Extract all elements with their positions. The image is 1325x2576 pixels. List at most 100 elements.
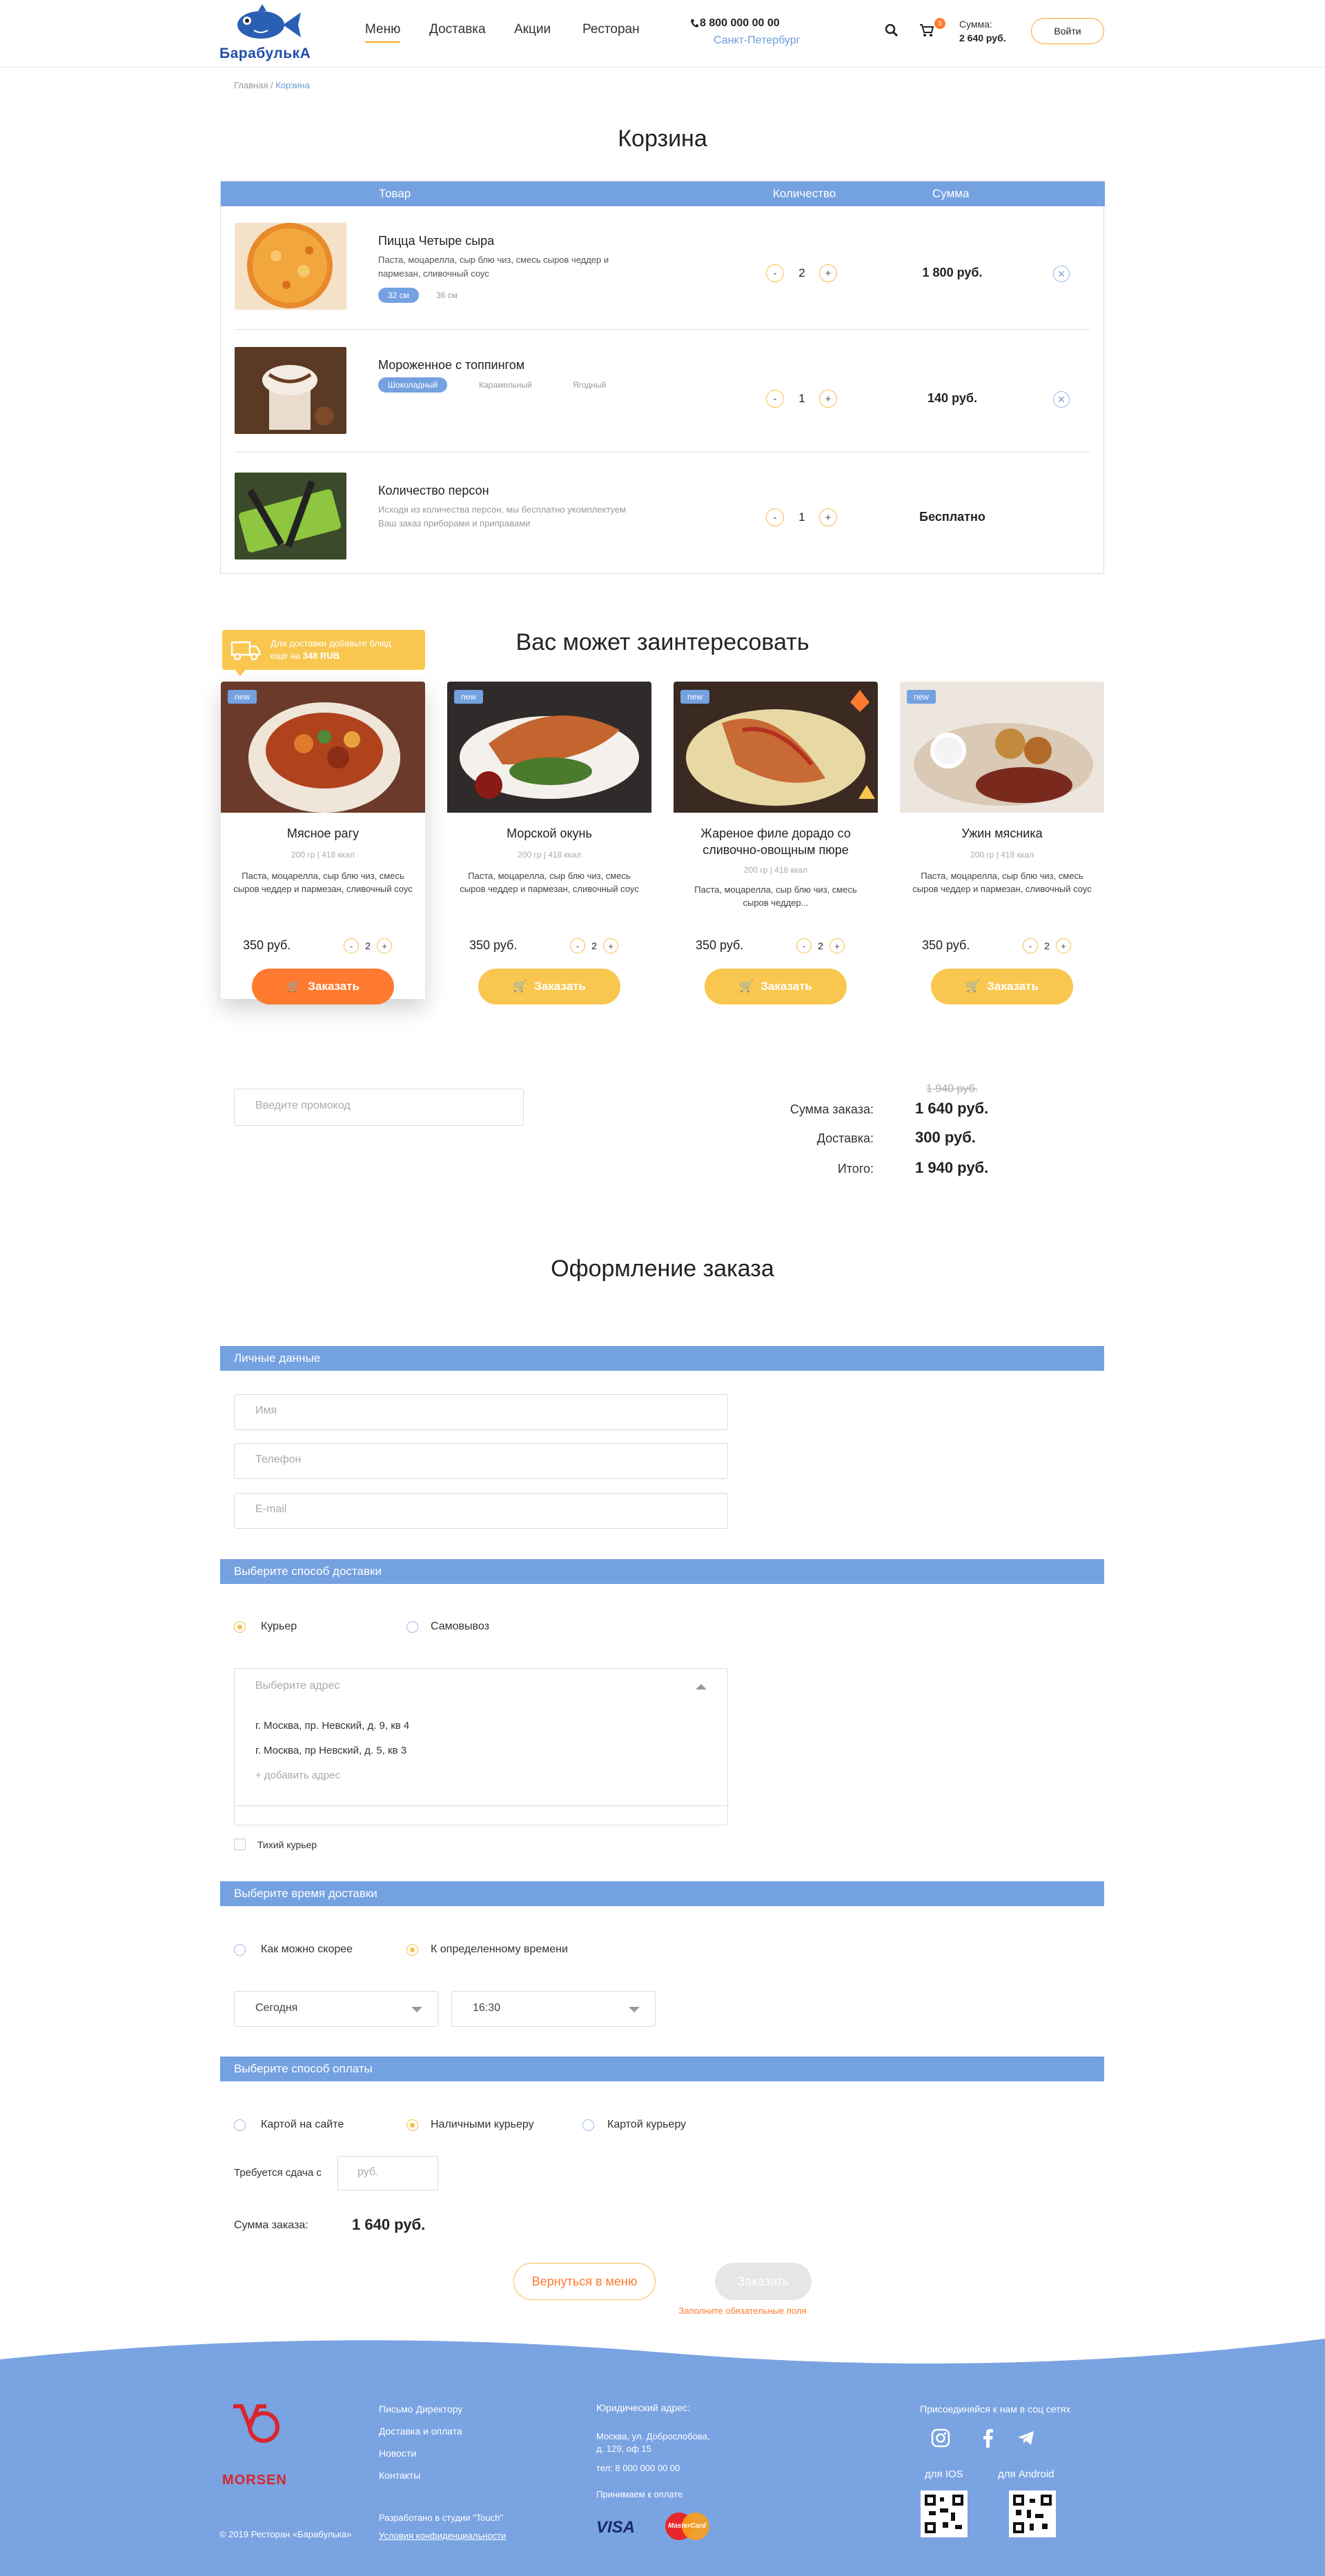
radio-asap[interactable] bbox=[234, 1944, 246, 1956]
logo[interactable]: БарабулькА bbox=[219, 3, 311, 62]
card-order-button[interactable]: 🛒 Заказать bbox=[705, 969, 847, 1004]
chevron-down-icon bbox=[411, 2007, 422, 2012]
breadcrumb-current: Корзина bbox=[275, 80, 310, 90]
qty-minus-button[interactable]: - bbox=[766, 390, 784, 408]
product-name: Пицца Четыре сыра bbox=[378, 234, 495, 248]
morsen-logo-icon[interactable] bbox=[221, 2404, 297, 2459]
login-button[interactable]: Войти bbox=[1031, 18, 1104, 44]
radio-courier-label[interactable]: Курьер bbox=[261, 1621, 297, 1633]
nav-menu[interactable]: Меню bbox=[365, 22, 401, 43]
qty-plus-button[interactable]: + bbox=[819, 264, 837, 282]
radio-exact-time-label[interactable]: К определенному времени bbox=[431, 1943, 568, 1956]
phone-field[interactable]: Телефон bbox=[234, 1443, 728, 1479]
qty-plus-button[interactable]: + bbox=[819, 390, 837, 408]
address-option[interactable]: г. Москва, пр. Невский, д. 9, кв 4 bbox=[255, 1720, 409, 1732]
telegram-icon[interactable] bbox=[1017, 2430, 1035, 2446]
quiet-courier-checkbox[interactable] bbox=[234, 1839, 246, 1850]
option-size-32[interactable]: 32 см bbox=[378, 288, 419, 303]
card-order-button[interactable]: 🛒 Заказать bbox=[252, 969, 394, 1004]
radio-asap-label[interactable]: Как можно скорее bbox=[261, 1943, 353, 1956]
cart-icon[interactable] bbox=[918, 22, 936, 39]
facebook-icon[interactable] bbox=[981, 2428, 994, 2448]
cart-row: Количество персон Исходя из количества п… bbox=[221, 452, 1105, 573]
footer-link[interactable]: Контакты bbox=[379, 2470, 420, 2481]
product-card[interactable]: new Морской окунь 200 гр | 418 ккал Паст… bbox=[447, 682, 651, 1004]
option-chocolate[interactable]: Шоколадный bbox=[378, 377, 448, 393]
address-select[interactable]: Выберите адрес г. Москва, пр. Невский, д… bbox=[234, 1668, 729, 1825]
card-order-button[interactable]: 🛒 Заказать bbox=[931, 969, 1073, 1004]
remove-item-icon[interactable]: ✕ bbox=[1053, 266, 1070, 282]
card-order-button[interactable]: 🛒 Заказать bbox=[478, 969, 620, 1004]
radio-card-site[interactable] bbox=[234, 2119, 246, 2131]
card-meta: 200 гр | 418 ккал bbox=[291, 850, 355, 860]
card-price: 350 руб. bbox=[922, 938, 970, 952]
footer-link[interactable]: Новости bbox=[379, 2448, 416, 2459]
card-qty-minus[interactable]: - bbox=[570, 938, 585, 953]
header-city[interactable]: Санкт-Петербург bbox=[714, 34, 800, 47]
qr-android-icon[interactable] bbox=[1009, 2490, 1056, 2537]
header-phone[interactable]: 8 800 000 00 00 bbox=[700, 17, 780, 30]
qty-minus-button[interactable]: - bbox=[766, 264, 784, 282]
section-payment: Выберите способ оплаты bbox=[220, 2057, 1104, 2081]
email-field[interactable]: E-mail bbox=[234, 1493, 728, 1529]
footer-link[interactable]: Письмо Директору bbox=[379, 2404, 462, 2415]
radio-cash-label[interactable]: Наличными курьеру bbox=[431, 2119, 534, 2131]
card-qty-minus[interactable]: - bbox=[796, 938, 812, 953]
radio-courier[interactable] bbox=[234, 1621, 246, 1633]
section-personal: Личные данные bbox=[220, 1346, 1104, 1371]
quiet-courier-label[interactable]: Тихий курьер bbox=[257, 1839, 317, 1850]
card-qty: 2 bbox=[591, 940, 597, 951]
qty-minus-button[interactable]: - bbox=[766, 508, 784, 526]
radio-card-courier-label[interactable]: Картой курьеру bbox=[607, 2119, 686, 2131]
cart-row: Пицца Четыре сыра Паста, моцарелла, сыр … bbox=[221, 206, 1105, 329]
card-qty-plus[interactable]: + bbox=[1056, 938, 1071, 953]
qr-ios-icon[interactable] bbox=[921, 2490, 968, 2537]
add-address-link[interactable]: + добавить адрес bbox=[255, 1770, 340, 1781]
nav-restaurant[interactable]: Ресторан bbox=[582, 22, 640, 37]
nav-promo[interactable]: Акции bbox=[514, 22, 551, 37]
payment-sum-value: 1 640 руб. bbox=[352, 2216, 426, 2233]
back-to-menu-button[interactable]: Вернуться в меню bbox=[513, 2263, 656, 2300]
remove-item-icon[interactable]: ✕ bbox=[1053, 391, 1070, 408]
badge-new: new bbox=[907, 690, 936, 704]
product-card[interactable]: new Жареное филе дорадо со сливочно-овощ… bbox=[674, 682, 878, 1004]
card-qty-minus[interactable]: - bbox=[344, 938, 359, 953]
day-select[interactable]: Сегодня bbox=[234, 1991, 438, 2027]
product-card[interactable]: new Мясное рагу 200 гр | 418 ккал Паста,… bbox=[221, 682, 425, 1004]
radio-card-site-label[interactable]: Картой на сайте bbox=[261, 2119, 344, 2131]
radio-pickup-label[interactable]: Самовывоз bbox=[431, 1621, 489, 1633]
option-berry[interactable]: Ягодный bbox=[563, 377, 616, 393]
nav-delivery[interactable]: Доставка bbox=[429, 22, 486, 37]
mastercard-logo: MasterCard bbox=[665, 2513, 709, 2540]
name-field[interactable]: Имя bbox=[234, 1394, 728, 1430]
card-order-label: Заказать bbox=[987, 980, 1039, 993]
place-order-button[interactable]: Заказать bbox=[715, 2263, 812, 2300]
cart-icon: 🛒 bbox=[286, 980, 302, 993]
address-option[interactable]: г. Москва, пр Невский, д. 5, кв 3 bbox=[255, 1745, 406, 1756]
card-qty-plus[interactable]: + bbox=[603, 938, 618, 953]
product-card[interactable]: new Ужин мясника 200 гр | 418 ккал Паста… bbox=[900, 682, 1104, 1004]
badge-new: new bbox=[680, 690, 710, 704]
cart-sum-label: Сумма: bbox=[959, 19, 992, 30]
footer-link[interactable]: Доставка и оплата bbox=[379, 2426, 462, 2437]
card-image: new bbox=[447, 682, 651, 813]
option-size-36[interactable]: 36 см bbox=[426, 288, 467, 303]
instagram-icon[interactable] bbox=[931, 2428, 950, 2448]
promo-code-input[interactable]: Введите промокод bbox=[234, 1089, 524, 1126]
qty-value: 1 bbox=[798, 511, 805, 524]
time-select[interactable]: 16:30 bbox=[451, 1991, 656, 2027]
qty-plus-button[interactable]: + bbox=[819, 508, 837, 526]
change-input[interactable]: руб. bbox=[337, 2156, 438, 2190]
card-qty-minus[interactable]: - bbox=[1023, 938, 1038, 953]
card-qty-plus[interactable]: + bbox=[377, 938, 392, 953]
option-caramel[interactable]: Карамельный bbox=[469, 377, 542, 393]
breadcrumb-home[interactable]: Главная bbox=[234, 80, 268, 90]
card-qty-plus[interactable]: + bbox=[830, 938, 845, 953]
radio-card-courier[interactable] bbox=[582, 2119, 594, 2131]
radio-exact-time[interactable] bbox=[406, 1944, 418, 1956]
chevron-up-icon[interactable] bbox=[696, 1684, 707, 1690]
radio-cash[interactable] bbox=[406, 2119, 418, 2131]
footer-privacy-link[interactable]: Условия конфиденциальности bbox=[379, 2530, 506, 2541]
search-icon[interactable] bbox=[883, 22, 900, 39]
radio-pickup[interactable] bbox=[406, 1621, 418, 1633]
